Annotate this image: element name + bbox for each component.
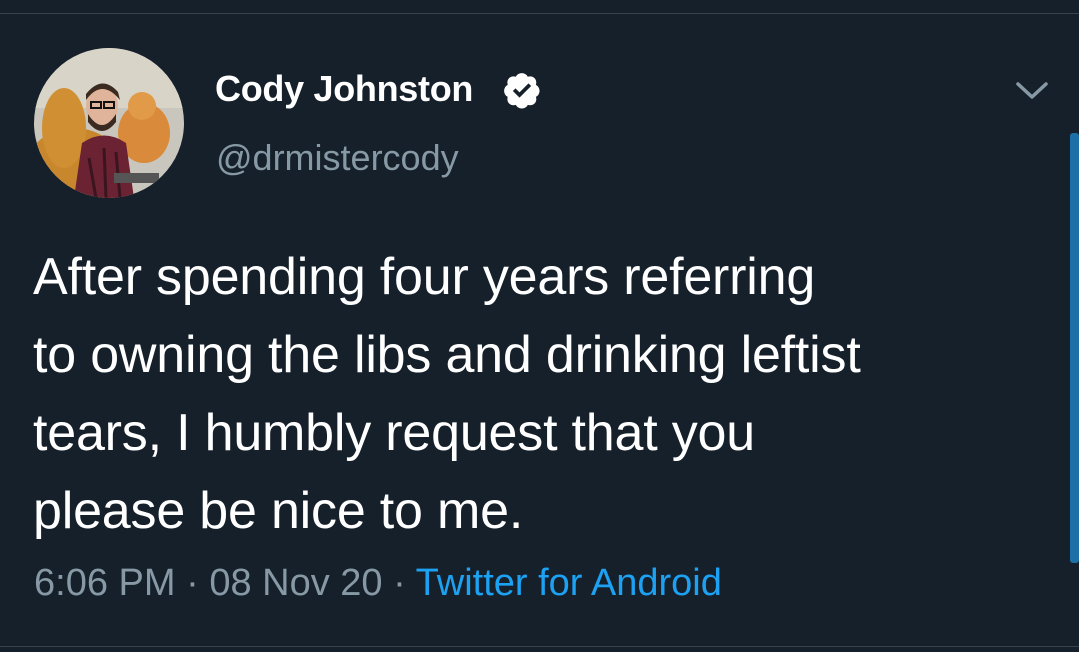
tweet-text-line: After spending four years referring: [33, 248, 816, 306]
meta-separator: ·: [382, 562, 416, 604]
display-name[interactable]: Cody Johnston: [215, 68, 473, 110]
meta-separator: ·: [175, 562, 210, 604]
tweet-text-line: tears, I humbly request that you: [33, 404, 755, 462]
chevron-down-icon[interactable]: [1014, 78, 1050, 102]
tweet-text: After spending four years referring to o…: [33, 238, 1043, 550]
top-divider: [0, 13, 1079, 14]
tweet-metadata: 6:06 PM · 08 Nov 20 · Twitter for Androi…: [34, 562, 722, 605]
tweet-text-line: to owning the libs and drinking leftist: [33, 326, 861, 384]
username-handle[interactable]: @drmistercody: [216, 137, 459, 179]
tweet-text-line: please be nice to me.: [33, 482, 524, 540]
tweet-date[interactable]: 08 Nov 20: [209, 562, 382, 604]
tweet-time[interactable]: 6:06 PM: [34, 562, 176, 604]
verified-badge-icon: [504, 73, 540, 109]
scrollbar[interactable]: [1070, 133, 1079, 563]
bottom-divider: [0, 646, 1079, 647]
avatar-photo: [34, 48, 184, 198]
avatar[interactable]: [34, 48, 184, 198]
tweet-source-link[interactable]: Twitter for Android: [416, 562, 722, 604]
